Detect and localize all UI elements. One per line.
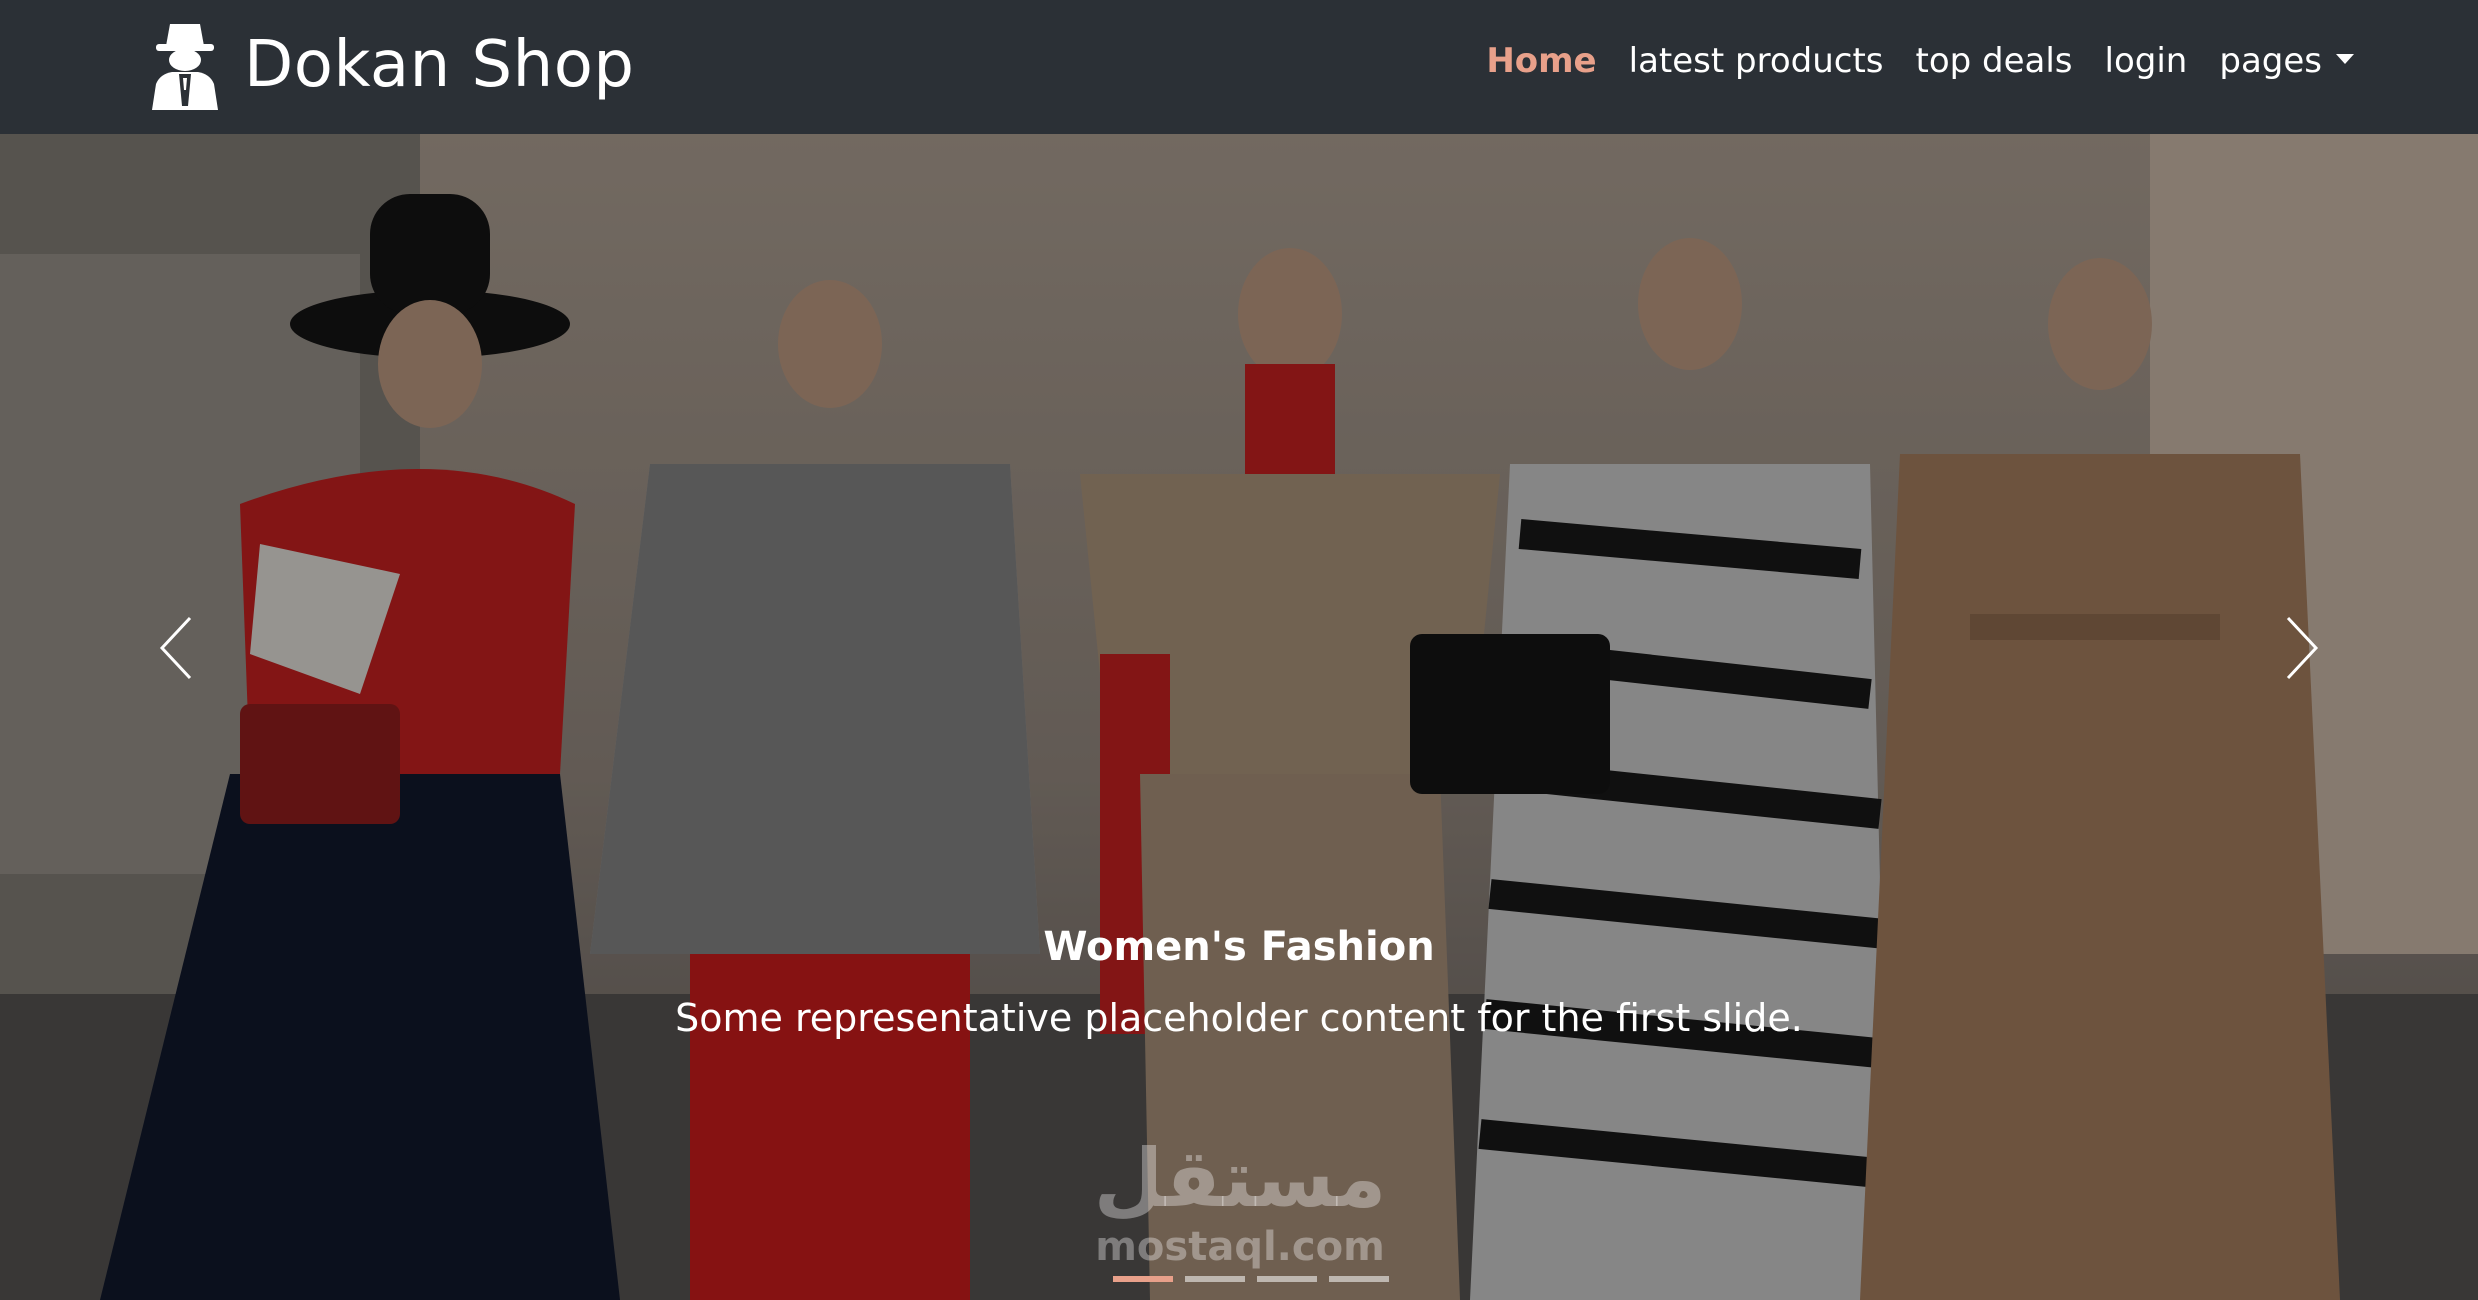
carousel-indicator[interactable] — [1113, 1276, 1173, 1282]
caret-down-icon — [2336, 53, 2354, 64]
carousel-indicator[interactable] — [1257, 1276, 1317, 1282]
nav-link-login[interactable]: login — [2105, 41, 2188, 81]
nav-link-top-deals[interactable]: top deals — [1916, 41, 2073, 81]
nav-link-latest-products[interactable]: latest products — [1629, 41, 1884, 81]
hero-carousel: Women's Fashion Some representative plac… — [0, 134, 2478, 1300]
nav-link-home[interactable]: Home — [1486, 41, 1596, 81]
carousel-indicators — [1113, 1276, 1401, 1282]
brand-link[interactable]: Dokan Shop — [150, 10, 634, 120]
carousel-indicator[interactable] — [1185, 1276, 1245, 1282]
carousel-next-arrow-icon[interactable] — [2258, 588, 2338, 708]
watermark-arabic: مستقل — [1093, 1132, 1387, 1225]
nav-links: Home latest products top deals login pag… — [1454, 0, 2354, 122]
slide-caption: Some representative placeholder content … — [675, 996, 1803, 1040]
slide-overlay — [0, 134, 2478, 1300]
nav-dropdown-pages[interactable]: pages — [2219, 41, 2354, 81]
watermark-latin: mostaql.com — [1095, 1224, 1385, 1270]
brand-name: Dokan Shop — [244, 28, 635, 102]
slide-title: Women's Fashion — [1043, 924, 1435, 970]
nav-dropdown-pages-label: pages — [2219, 41, 2322, 81]
carousel-indicator[interactable] — [1329, 1276, 1389, 1282]
carousel-prev-arrow-icon[interactable] — [140, 588, 220, 708]
navbar: Dokan Shop Home latest products top deal… — [0, 0, 2478, 134]
watermark: مستقل mostaql.com — [1085, 1132, 1395, 1271]
spy-icon — [152, 24, 218, 110]
